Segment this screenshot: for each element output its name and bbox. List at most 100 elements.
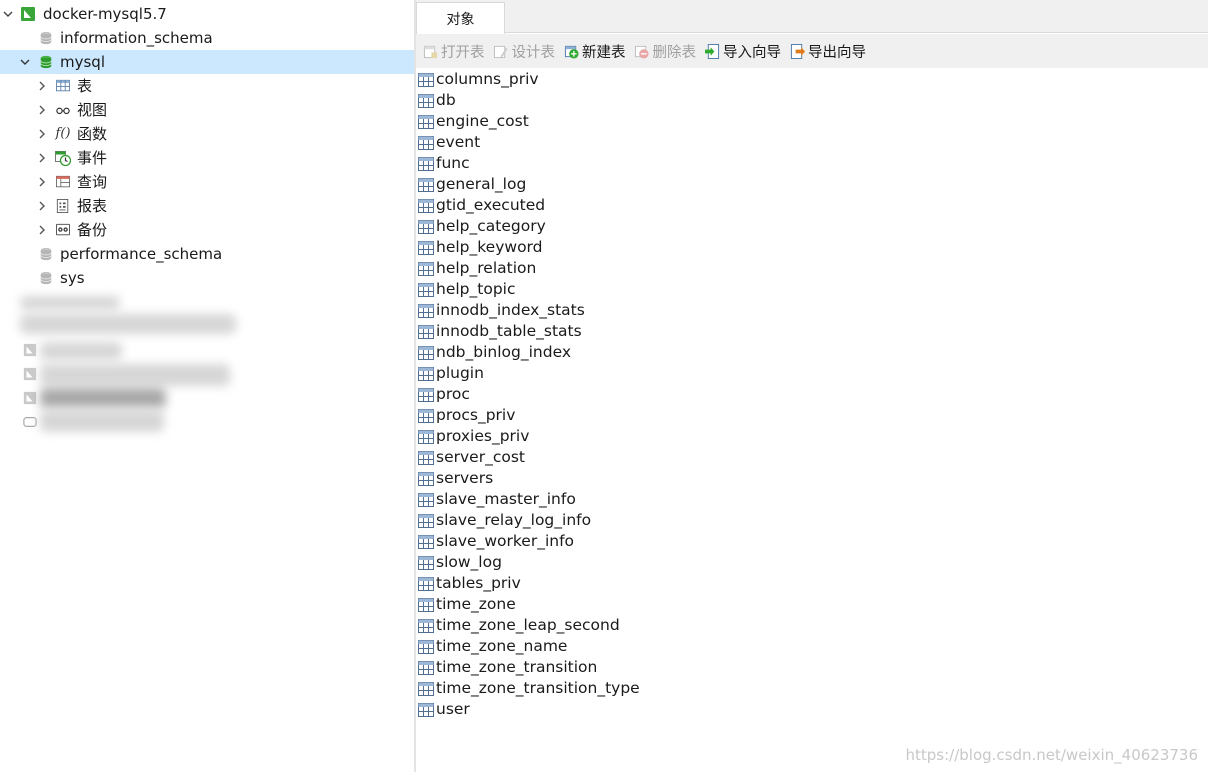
table-name: user xyxy=(436,700,470,718)
mysql-connection-icon xyxy=(20,6,36,22)
tree-item-functions[interactable]: f() 函数 xyxy=(0,122,414,146)
table-list-item[interactable]: slave_worker_info xyxy=(418,531,574,552)
table-list-item[interactable]: general_log xyxy=(418,174,526,195)
export-wizard-label: 导出向导 xyxy=(808,44,866,61)
table-list-item[interactable]: proxies_priv xyxy=(418,426,529,447)
chevron-right-icon[interactable] xyxy=(35,127,49,141)
table-list-item[interactable]: slave_master_info xyxy=(418,489,576,510)
tab-objects[interactable]: 对象 xyxy=(416,2,505,34)
chevron-right-icon[interactable] xyxy=(35,79,49,93)
table-name: slow_log xyxy=(436,553,502,571)
export-wizard-button[interactable]: 导出向导 xyxy=(789,38,866,64)
tree-item-events[interactable]: 事件 xyxy=(0,146,414,170)
object-toolbar: 打开表 设计表 新建表 删除表 导入向导 导出向导 xyxy=(416,34,1208,68)
chevron-right-icon[interactable] xyxy=(35,175,49,189)
table-icon xyxy=(418,282,435,298)
table-list-item[interactable]: gtid_executed xyxy=(418,195,545,216)
table-icon xyxy=(418,387,435,403)
table-icon xyxy=(418,702,435,718)
table-list-item[interactable]: columns_priv xyxy=(418,69,539,90)
table-list-item[interactable]: time_zone_transition xyxy=(418,657,597,678)
table-list-item[interactable]: func xyxy=(418,153,470,174)
table-icon xyxy=(418,660,435,676)
table-icon xyxy=(418,513,435,529)
table-list-item[interactable]: proc xyxy=(418,384,470,405)
export-icon xyxy=(789,43,805,59)
table-object-list: columns_priv db engine_cost event func genera… xyxy=(416,69,1208,772)
event-clock-icon xyxy=(55,150,71,166)
table-name: server_cost xyxy=(436,448,525,466)
table-icon xyxy=(418,198,435,214)
table-list-item[interactable]: time_zone xyxy=(418,594,516,615)
table-name: innodb_table_stats xyxy=(436,322,582,340)
table-list-item[interactable]: plugin xyxy=(418,363,484,384)
delete-table-button[interactable]: 删除表 xyxy=(634,38,697,64)
open-table-label: 打开表 xyxy=(441,44,485,61)
table-list-item[interactable]: help_relation xyxy=(418,258,536,279)
table-icon xyxy=(418,576,435,592)
table-list-item[interactable]: time_zone_transition_type xyxy=(418,678,640,699)
tree-database-sys[interactable]: sys xyxy=(0,266,414,290)
tree-database-performance-schema[interactable]: performance_schema xyxy=(0,242,414,266)
table-list-item[interactable]: user xyxy=(418,699,470,720)
delete-table-label: 删除表 xyxy=(652,44,697,61)
chevron-right-icon[interactable] xyxy=(35,151,49,165)
object-panel: 对象 打开表 设计表 新建表 删除表 导入向导 导出向导 columns_pri… xyxy=(416,0,1208,772)
tree-item-backups[interactable]: 备份 xyxy=(0,218,414,242)
table-name: help_topic xyxy=(436,280,516,298)
table-list-item[interactable]: slow_log xyxy=(418,552,502,573)
table-icon xyxy=(418,345,435,361)
table-list-item[interactable]: time_zone_leap_second xyxy=(418,615,620,636)
table-list-item[interactable]: time_zone_name xyxy=(418,636,567,657)
redacted-region xyxy=(40,364,230,386)
tree-database-information-schema[interactable]: information_schema xyxy=(0,26,414,50)
design-table-button[interactable]: 设计表 xyxy=(493,38,555,64)
new-table-button[interactable]: 新建表 xyxy=(563,38,626,64)
delete-table-icon xyxy=(634,43,650,59)
table-list-item[interactable]: help_category xyxy=(418,216,546,237)
connection-icon xyxy=(22,342,38,358)
connection-icon xyxy=(22,390,38,406)
chevron-right-icon[interactable] xyxy=(35,103,49,117)
tree-item-reports[interactable]: 报表 xyxy=(0,194,414,218)
tree-item-views[interactable]: 视图 xyxy=(0,98,414,122)
table-icon xyxy=(418,261,435,277)
table-name: help_relation xyxy=(436,259,537,277)
connection-label: docker-mysql5.7 xyxy=(43,5,167,23)
tree-item-label: 报表 xyxy=(77,197,108,215)
table-list-item[interactable]: event xyxy=(418,132,480,153)
table-icon xyxy=(418,114,435,130)
chevron-right-icon[interactable] xyxy=(35,223,49,237)
table-list-item[interactable]: help_keyword xyxy=(418,237,543,258)
tree-item-queries[interactable]: 查询 xyxy=(0,170,414,194)
open-table-button[interactable]: 打开表 xyxy=(422,38,485,64)
navigation-tree: docker-mysql5.7 information_schema mysql xyxy=(0,0,414,772)
table-list-item[interactable]: tables_priv xyxy=(418,573,521,594)
table-list-item[interactable]: ndb_binlog_index xyxy=(418,342,571,363)
table-list-item[interactable]: procs_priv xyxy=(418,405,515,426)
open-table-icon xyxy=(422,43,438,59)
tree-item-label: 备份 xyxy=(77,221,108,239)
table-list-item[interactable]: db xyxy=(418,90,456,111)
chevron-right-icon[interactable] xyxy=(35,199,49,213)
chevron-down-icon[interactable] xyxy=(1,7,15,21)
table-list-item[interactable]: engine_cost xyxy=(418,111,529,132)
table-name: time_zone_name xyxy=(436,637,568,655)
redacted-region xyxy=(20,314,236,334)
design-table-icon xyxy=(493,43,509,59)
chevron-down-icon[interactable] xyxy=(18,55,32,69)
table-name: time_zone xyxy=(436,595,516,613)
table-list-item[interactable]: innodb_index_stats xyxy=(418,300,585,321)
tree-item-tables[interactable]: 表 xyxy=(0,74,414,98)
tree-database-mysql[interactable]: mysql xyxy=(0,50,414,74)
tree-item-label: 视图 xyxy=(77,101,108,119)
table-list-item[interactable]: servers xyxy=(418,468,493,489)
redacted-region xyxy=(40,410,164,432)
tree-connection-docker-mysql[interactable]: docker-mysql5.7 xyxy=(0,2,414,26)
database-label: information_schema xyxy=(60,29,213,47)
table-list-item[interactable]: help_topic xyxy=(418,279,515,300)
table-list-item[interactable]: server_cost xyxy=(418,447,525,468)
table-list-item[interactable]: slave_relay_log_info xyxy=(418,510,591,531)
table-list-item[interactable]: innodb_table_stats xyxy=(418,321,582,342)
import-wizard-button[interactable]: 导入向导 xyxy=(704,38,781,64)
